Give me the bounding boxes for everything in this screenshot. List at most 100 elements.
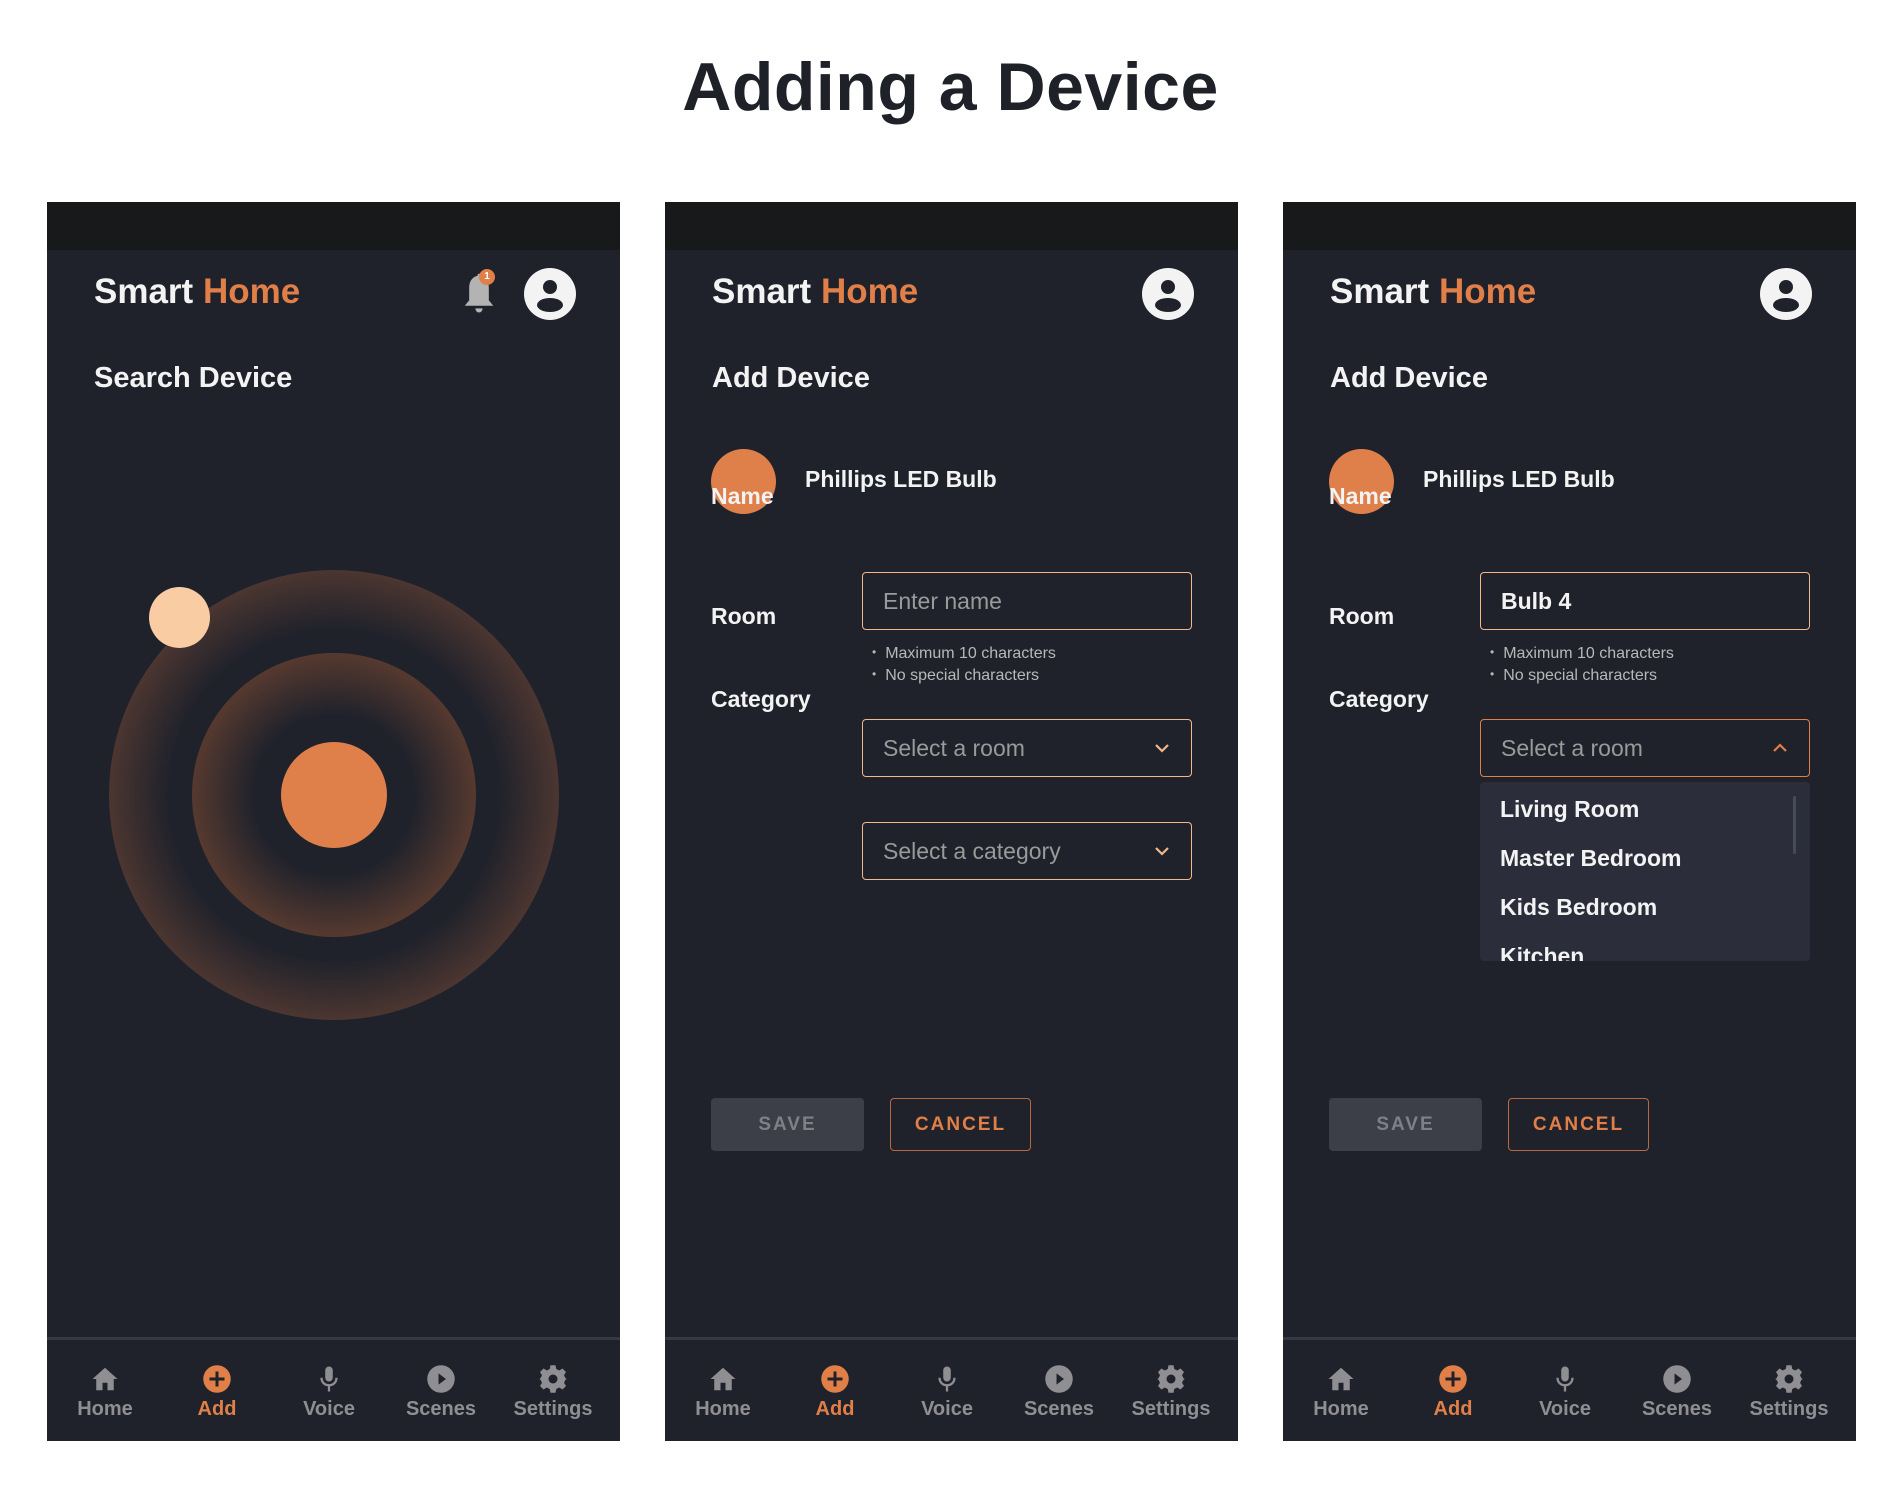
bottom-nav: Home Add Voice Scenes Settings xyxy=(665,1340,1238,1441)
room-dropdown-list: Living Room Master Bedroom Kids Bedroom … xyxy=(1480,782,1810,961)
account-icon[interactable] xyxy=(1142,268,1194,320)
nav-label: Voice xyxy=(303,1398,355,1420)
name-label: Name xyxy=(711,483,774,509)
name-label: Name xyxy=(1329,483,1392,509)
nav-label: Scenes xyxy=(1023,1398,1095,1420)
microphone-icon xyxy=(1556,1366,1574,1392)
nav-label: Settings xyxy=(1131,1398,1211,1420)
app-title-accent: Home xyxy=(820,272,919,311)
page-title: Adding a Device xyxy=(682,49,1219,125)
room-label: Room xyxy=(1329,603,1395,629)
room-option-kitchen[interactable]: Kitchen xyxy=(1500,943,1584,961)
play-circle-icon xyxy=(427,1365,455,1393)
home-icon xyxy=(1328,1367,1354,1391)
nav-item-voice[interactable]: Voice xyxy=(1515,1364,1615,1421)
device-name: Phillips LED Bulb xyxy=(1423,466,1615,492)
nav-item-settings[interactable]: Settings xyxy=(1739,1364,1839,1421)
nav-label: Add xyxy=(815,1398,855,1420)
nav-item-settings[interactable]: Settings xyxy=(503,1364,603,1421)
app-title: Smart Home xyxy=(712,272,918,312)
nav-item-add[interactable]: Add xyxy=(785,1364,885,1421)
account-icon[interactable] xyxy=(1760,268,1812,320)
hint-item: Maximum 10 characters xyxy=(872,643,1056,665)
save-button[interactable]: SAVE xyxy=(1329,1098,1482,1151)
nav-item-voice[interactable]: Voice xyxy=(279,1364,379,1421)
nav-label: Add xyxy=(197,1398,237,1420)
category-label: Category xyxy=(1329,686,1429,712)
phone-screen-add-device-dropdown: Smart Home Add Device Phillips LED Bulb … xyxy=(1283,202,1856,1441)
nav-item-scenes[interactable]: Scenes xyxy=(1009,1364,1109,1421)
cancel-button[interactable]: CANCEL xyxy=(890,1098,1031,1151)
save-button[interactable]: SAVE xyxy=(711,1098,864,1151)
found-device-marker[interactable] xyxy=(149,587,210,648)
category-select[interactable]: Select a category xyxy=(862,822,1192,880)
add-circle-icon xyxy=(203,1365,231,1393)
hint-item: Maximum 10 characters xyxy=(1490,643,1674,665)
nav-label: Home xyxy=(1313,1398,1369,1420)
microphone-icon xyxy=(938,1366,956,1392)
app-title-primary: Smart xyxy=(1330,272,1430,311)
hint-item: No special characters xyxy=(1490,665,1674,687)
nav-label: Scenes xyxy=(1641,1398,1713,1420)
radar-center xyxy=(281,742,387,848)
nav-label: Voice xyxy=(921,1398,973,1420)
play-circle-icon xyxy=(1045,1365,1073,1393)
nav-item-home[interactable]: Home xyxy=(673,1364,773,1421)
nav-label: Home xyxy=(77,1398,133,1420)
microphone-icon xyxy=(320,1366,338,1392)
room-select-value: Select a room xyxy=(1501,734,1643,761)
app-title-accent: Home xyxy=(1438,272,1537,311)
device-name: Phillips LED Bulb xyxy=(805,466,997,492)
nav-item-scenes[interactable]: Scenes xyxy=(1627,1364,1727,1421)
nav-label: Voice xyxy=(1539,1398,1591,1420)
nav-item-add[interactable]: Add xyxy=(167,1364,267,1421)
add-circle-icon xyxy=(821,1365,849,1393)
add-circle-icon xyxy=(1439,1365,1467,1393)
nav-item-home[interactable]: Home xyxy=(55,1364,155,1421)
gear-icon xyxy=(1157,1365,1185,1393)
cancel-button[interactable]: CANCEL xyxy=(1508,1098,1649,1151)
room-select[interactable]: Select a room xyxy=(1480,719,1810,777)
nav-label: Settings xyxy=(513,1398,593,1420)
gear-icon xyxy=(539,1365,567,1393)
phone-screen-search-device: Smart Home 1 Search Device Home Add Voic… xyxy=(47,202,620,1441)
chevron-down-icon xyxy=(1155,847,1169,856)
room-option-living-room[interactable]: Living Room xyxy=(1500,796,1639,823)
room-label: Room xyxy=(711,603,777,629)
name-input[interactable]: Bulb 4 xyxy=(1480,572,1810,630)
room-select-value: Select a room xyxy=(883,734,1025,761)
category-select-value: Select a category xyxy=(883,837,1061,864)
nav-label: Add xyxy=(1433,1398,1473,1420)
section-title: Add Device xyxy=(712,362,870,394)
gear-icon xyxy=(1775,1365,1803,1393)
nav-label: Settings xyxy=(1749,1398,1829,1420)
nav-item-add[interactable]: Add xyxy=(1403,1364,1503,1421)
nav-item-voice[interactable]: Voice xyxy=(897,1364,997,1421)
chevron-up-icon xyxy=(1773,743,1787,752)
bottom-nav: Home Add Voice Scenes Settings xyxy=(47,1340,620,1441)
home-icon xyxy=(710,1367,736,1391)
room-option-kids-bedroom[interactable]: Kids Bedroom xyxy=(1500,894,1657,921)
device-search-radar xyxy=(47,202,620,1302)
nav-item-scenes[interactable]: Scenes xyxy=(391,1364,491,1421)
category-label: Category xyxy=(711,686,811,712)
status-bar xyxy=(1283,202,1856,250)
room-select[interactable]: Select a room xyxy=(862,719,1192,777)
dropdown-scrollbar[interactable] xyxy=(1793,796,1796,854)
hint-item: No special characters xyxy=(872,665,1056,687)
phone-screen-add-device-empty: Smart Home Add Device Phillips LED Bulb … xyxy=(665,202,1238,1441)
status-bar xyxy=(665,202,1238,250)
app-title: Smart Home xyxy=(1330,272,1536,312)
home-icon xyxy=(92,1367,118,1391)
name-input[interactable]: Enter name xyxy=(862,572,1192,630)
nav-label: Scenes xyxy=(405,1398,477,1420)
bottom-nav: Home Add Voice Scenes Settings xyxy=(1283,1340,1856,1441)
name-hints: Maximum 10 characters No special charact… xyxy=(872,643,1056,687)
nav-item-settings[interactable]: Settings xyxy=(1121,1364,1221,1421)
play-circle-icon xyxy=(1663,1365,1691,1393)
room-option-master-bedroom[interactable]: Master Bedroom xyxy=(1500,845,1681,872)
nav-label: Home xyxy=(695,1398,751,1420)
chevron-down-icon xyxy=(1155,744,1169,753)
nav-item-home[interactable]: Home xyxy=(1291,1364,1391,1421)
app-title-primary: Smart xyxy=(712,272,812,311)
